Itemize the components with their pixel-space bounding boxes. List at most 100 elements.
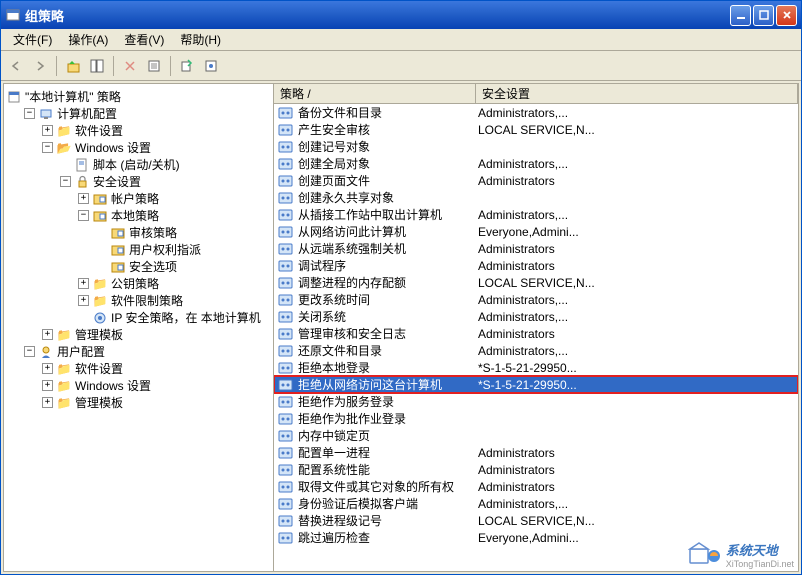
policy-row[interactable]: 替换进程级记号LOCAL SERVICE,N... (274, 512, 798, 529)
policy-item-icon (278, 208, 294, 222)
policy-row[interactable]: 更改系统时间Administrators,... (274, 291, 798, 308)
policy-item-icon (278, 327, 294, 341)
policy-row[interactable]: 拒绝作为批作业登录 (274, 410, 798, 427)
tree-root[interactable]: "本地计算机" 策略 (6, 88, 271, 105)
policy-item-icon (278, 191, 294, 205)
menubar: 文件(F) 操作(A) 查看(V) 帮助(H) (1, 29, 801, 51)
policy-row[interactable]: 配置单一进程Administrators (274, 444, 798, 461)
tree-label: "本地计算机" 策略 (25, 88, 121, 105)
policy-name: 关闭系统 (298, 308, 478, 325)
expand-icon[interactable]: + (42, 125, 53, 136)
policy-setting: Administrators (478, 463, 798, 477)
tree-software-settings[interactable]: + 软件设置 (42, 122, 271, 139)
expand-icon[interactable]: + (42, 397, 53, 408)
policy-name: 内存中锁定页 (298, 427, 478, 444)
forward-button[interactable] (29, 55, 51, 77)
tree-computer-config[interactable]: − 计算机配置 (24, 105, 271, 122)
tree-security-options[interactable]: 安全选项 (96, 258, 271, 275)
list-body[interactable]: 备份文件和目录Administrators,...产生安全审核LOCAL SER… (274, 104, 798, 571)
policy-row[interactable]: 跳过遍历检查Everyone,Admini... (274, 529, 798, 546)
refresh-button[interactable] (200, 55, 222, 77)
policy-item-icon (278, 344, 294, 358)
column-header-security[interactable]: 安全设置 (476, 84, 798, 103)
close-button[interactable] (776, 5, 797, 26)
policy-row[interactable]: 备份文件和目录Administrators,... (274, 104, 798, 121)
expand-icon[interactable]: + (42, 363, 53, 374)
tree-audit-policy[interactable]: 审核策略 (96, 224, 271, 241)
policy-row[interactable]: 创建页面文件Administrators (274, 172, 798, 189)
policy-row[interactable]: 身份验证后模拟客户端Administrators,... (274, 495, 798, 512)
policy-row[interactable]: 配置系统性能Administrators (274, 461, 798, 478)
up-button[interactable] (62, 55, 84, 77)
policy-row[interactable]: 从远端系统强制关机Administrators (274, 240, 798, 257)
policy-row[interactable]: 调试程序Administrators (274, 257, 798, 274)
export-button[interactable] (176, 55, 198, 77)
policy-row[interactable]: 拒绝从网络访问这台计算机*S-1-5-21-29950... (274, 376, 798, 393)
titlebar[interactable]: 组策略 (1, 1, 801, 29)
policy-row[interactable]: 管理审核和安全日志Administrators (274, 325, 798, 342)
expand-icon[interactable]: + (42, 380, 53, 391)
policy-row[interactable]: 从插接工作站中取出计算机Administrators,... (274, 206, 798, 223)
policy-row[interactable]: 拒绝本地登录*S-1-5-21-29950... (274, 359, 798, 376)
collapse-icon[interactable]: − (24, 346, 35, 357)
maximize-button[interactable] (753, 5, 774, 26)
expand-icon[interactable]: + (78, 278, 89, 289)
back-button[interactable] (5, 55, 27, 77)
policy-row[interactable]: 关闭系统Administrators,... (274, 308, 798, 325)
tree-security-settings[interactable]: − 安全设置 (60, 173, 271, 190)
collapse-icon[interactable]: − (42, 142, 53, 153)
policy-row[interactable]: 取得文件或其它对象的所有权Administrators (274, 478, 798, 495)
policy-folder-icon (110, 260, 126, 274)
column-header-policy[interactable]: 策略 / (274, 84, 476, 103)
window-title: 组策略 (25, 6, 730, 25)
menu-help[interactable]: 帮助(H) (172, 29, 229, 50)
tree-public-key[interactable]: + 公钥策略 (78, 275, 271, 292)
collapse-icon[interactable]: − (78, 210, 89, 221)
policy-row[interactable]: 创建全局对象Administrators,... (274, 155, 798, 172)
tree-local-policy[interactable]: − 本地策略 (78, 207, 271, 224)
tree-label: 本地策略 (111, 207, 159, 224)
policy-item-icon (278, 395, 294, 409)
toolbar (1, 51, 801, 81)
policy-row[interactable]: 产生安全审核LOCAL SERVICE,N... (274, 121, 798, 138)
expand-icon[interactable]: + (78, 295, 89, 306)
policy-name: 从插接工作站中取出计算机 (298, 206, 478, 223)
policy-row[interactable]: 调整进程的内存配额LOCAL SERVICE,N... (274, 274, 798, 291)
collapse-icon[interactable]: − (24, 108, 35, 119)
tree-user-software-settings[interactable]: + 软件设置 (42, 360, 271, 377)
tree-user-config[interactable]: − 用户配置 (24, 343, 271, 360)
show-hide-tree-button[interactable] (86, 55, 108, 77)
tree-account-policy[interactable]: + 帐户策略 (78, 190, 271, 207)
policy-item-icon (278, 514, 294, 528)
expand-icon[interactable]: + (42, 329, 53, 340)
minimize-button[interactable] (730, 5, 751, 26)
tree-software-restriction[interactable]: + 软件限制策略 (78, 292, 271, 309)
policy-name: 创建永久共享对象 (298, 189, 478, 206)
menu-file[interactable]: 文件(F) (5, 29, 60, 50)
policy-name: 还原文件和目录 (298, 342, 478, 359)
policy-row[interactable]: 拒绝作为服务登录 (274, 393, 798, 410)
menu-action[interactable]: 操作(A) (60, 29, 116, 50)
tree-admin-templates[interactable]: + 管理模板 (42, 326, 271, 343)
tree-user-admin-templates[interactable]: + 管理模板 (42, 394, 271, 411)
policy-row[interactable]: 创建永久共享对象 (274, 189, 798, 206)
tree-label: 用户权利指派 (129, 241, 201, 258)
menu-view[interactable]: 查看(V) (116, 29, 172, 50)
tree-scripts[interactable]: 脚本 (启动/关机) (60, 156, 271, 173)
tree-user-rights[interactable]: 用户权利指派 (96, 241, 271, 258)
delete-button[interactable] (119, 55, 141, 77)
tree-windows-settings[interactable]: − Windows 设置 (42, 139, 271, 156)
policy-row[interactable]: 还原文件和目录Administrators,... (274, 342, 798, 359)
tree-label: 脚本 (启动/关机) (93, 156, 180, 173)
policy-row[interactable]: 内存中锁定页 (274, 427, 798, 444)
policy-row[interactable]: 创建记号对象 (274, 138, 798, 155)
toolbar-separator (170, 56, 171, 76)
expand-icon[interactable]: + (78, 193, 89, 204)
tree-user-windows-settings[interactable]: + Windows 设置 (42, 377, 271, 394)
collapse-icon[interactable]: − (60, 176, 71, 187)
properties-button[interactable] (143, 55, 165, 77)
tree-ip-security[interactable]: IP 安全策略，在 本地计算机 (78, 309, 271, 326)
policy-row[interactable]: 从网络访问此计算机Everyone,Admini... (274, 223, 798, 240)
tree-panel[interactable]: "本地计算机" 策略 − 计算机配置 + 软件设置 (4, 84, 274, 571)
toolbar-separator (113, 56, 114, 76)
